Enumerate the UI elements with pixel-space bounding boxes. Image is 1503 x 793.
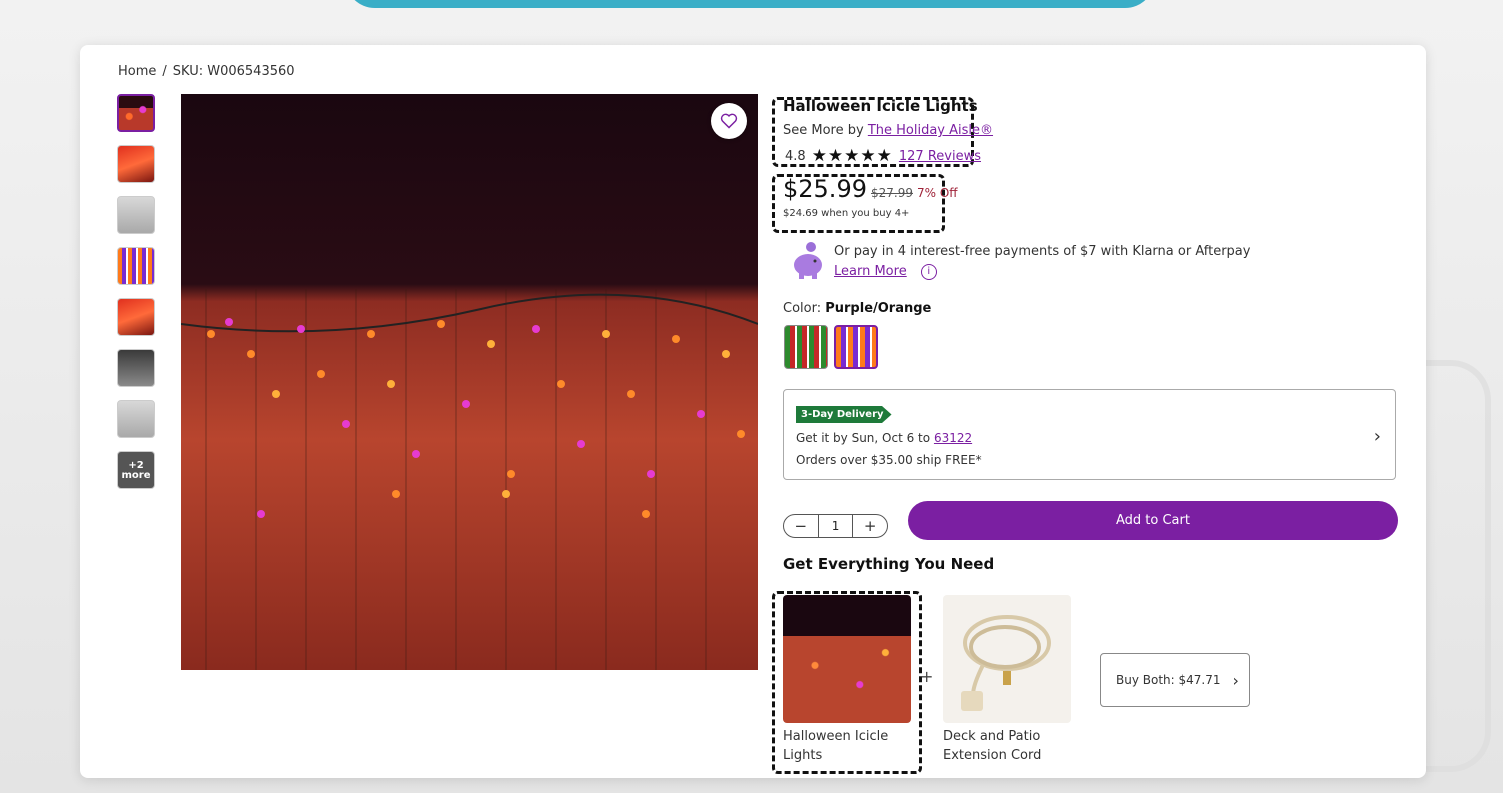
thumbnail-more[interactable]: +2 more	[117, 451, 155, 489]
bundle-item-cord-image	[943, 595, 1071, 723]
zip-link[interactable]: 63122	[934, 431, 972, 445]
bundle-plus: +	[920, 667, 934, 686]
bundle-item-lights-name: Halloween Icicle Lights	[783, 729, 889, 763]
star-rating-icon: ★★★★★	[811, 146, 893, 166]
klarna-text: Or pay in 4 interest-free payments of $7…	[834, 244, 1251, 259]
icicle-lights-photo	[181, 289, 758, 670]
brand-link[interactable]: The Holiday Aisle®	[868, 123, 993, 138]
quantity-minus-button[interactable]: −	[784, 517, 818, 535]
color-swatches	[784, 325, 878, 369]
bundle-item-lights[interactable]: Halloween Icicle Lights	[783, 595, 911, 765]
quantity-plus-button[interactable]: +	[853, 517, 887, 535]
delivery-prefix: Get it by Sun, Oct 6 to	[796, 431, 931, 445]
learn-more-link[interactable]: Learn More	[834, 264, 907, 279]
product-title: Halloween Icicle Lights	[783, 97, 978, 115]
heart-icon	[720, 113, 738, 129]
bundle-title: Get Everything You Need	[783, 555, 995, 573]
bundle-item-lights-image	[783, 595, 911, 723]
free-shipping-note: Orders over $35.00 ship FREE*	[796, 453, 982, 467]
original-price: $27.99	[870, 186, 913, 200]
bundle-item-cord[interactable]: Deck and Patio Extension Cord	[943, 595, 1071, 765]
delivery-badge: 3-Day Delivery	[796, 406, 892, 423]
thumbnail-2[interactable]	[117, 145, 155, 183]
thumbnail-4[interactable]	[117, 247, 155, 285]
see-more-by: See More by The Holiday Aisle®	[783, 123, 993, 138]
chevron-right-icon: ›	[1232, 670, 1239, 690]
rating-value: 4.8	[785, 148, 806, 164]
delivery-box[interactable]: 3-Day Delivery Get it by Sun, Oct 6 to 6…	[783, 389, 1396, 480]
thumbnail-6[interactable]	[117, 349, 155, 387]
thumbnail-5[interactable]	[117, 298, 155, 336]
breadcrumb: Home / SKU: W006543560	[118, 64, 295, 79]
product-card: Home / SKU: W006543560 +2 more Halloween…	[80, 45, 1426, 778]
breadcrumb-sku: SKU: W006543560	[172, 64, 295, 79]
main-product-image	[181, 94, 758, 670]
color-label-text: Color:	[783, 301, 822, 316]
info-icon[interactable]: i	[920, 263, 937, 280]
bulk-price: $24.69 when you buy 4+	[783, 208, 910, 219]
buy-both-button[interactable]: Buy Both: $47.71 ›	[1100, 653, 1250, 707]
breadcrumb-separator: /	[162, 64, 167, 79]
see-more-prefix: See More by	[783, 123, 864, 138]
price-row: $25.99 $27.99 7% Off	[783, 175, 958, 203]
thumbnail-7[interactable]	[117, 400, 155, 438]
thumbnail-1[interactable]	[117, 94, 155, 132]
chevron-right-icon: ›	[1373, 426, 1381, 447]
piggy-bank-icon	[794, 242, 822, 279]
current-price: $25.99	[783, 175, 867, 203]
buy-both-label: Buy Both: $47.71	[1116, 673, 1221, 687]
top-banner	[345, 0, 1155, 8]
bundle-item-cord-name: Deck and Patio Extension Cord	[943, 729, 1042, 763]
swatch-green-red[interactable]	[784, 325, 828, 369]
quantity-stepper: − 1 +	[783, 514, 888, 538]
extension-cord-image	[961, 615, 1051, 711]
color-selected: Purple/Orange	[825, 301, 932, 316]
thumbnail-3[interactable]	[117, 196, 155, 234]
more-label: more	[121, 470, 151, 481]
quantity-input[interactable]: 1	[817, 515, 854, 537]
color-label: Color: Purple/Orange	[783, 301, 931, 316]
thumbnail-list: +2 more	[117, 94, 155, 502]
background-decoration	[1415, 360, 1491, 772]
reviews-link[interactable]: 127 Reviews	[899, 149, 981, 164]
delivery-date: Get it by Sun, Oct 6 to 63122	[796, 431, 972, 445]
favorite-button[interactable]	[711, 103, 747, 139]
swatch-purple-orange[interactable]	[834, 325, 878, 369]
breadcrumb-home[interactable]: Home	[118, 64, 156, 79]
discount-label: 7% Off	[916, 186, 958, 200]
add-to-cart-button[interactable]: Add to Cart	[908, 501, 1398, 540]
rating-row: 4.8 ★★★★★ 127 Reviews	[785, 146, 981, 166]
